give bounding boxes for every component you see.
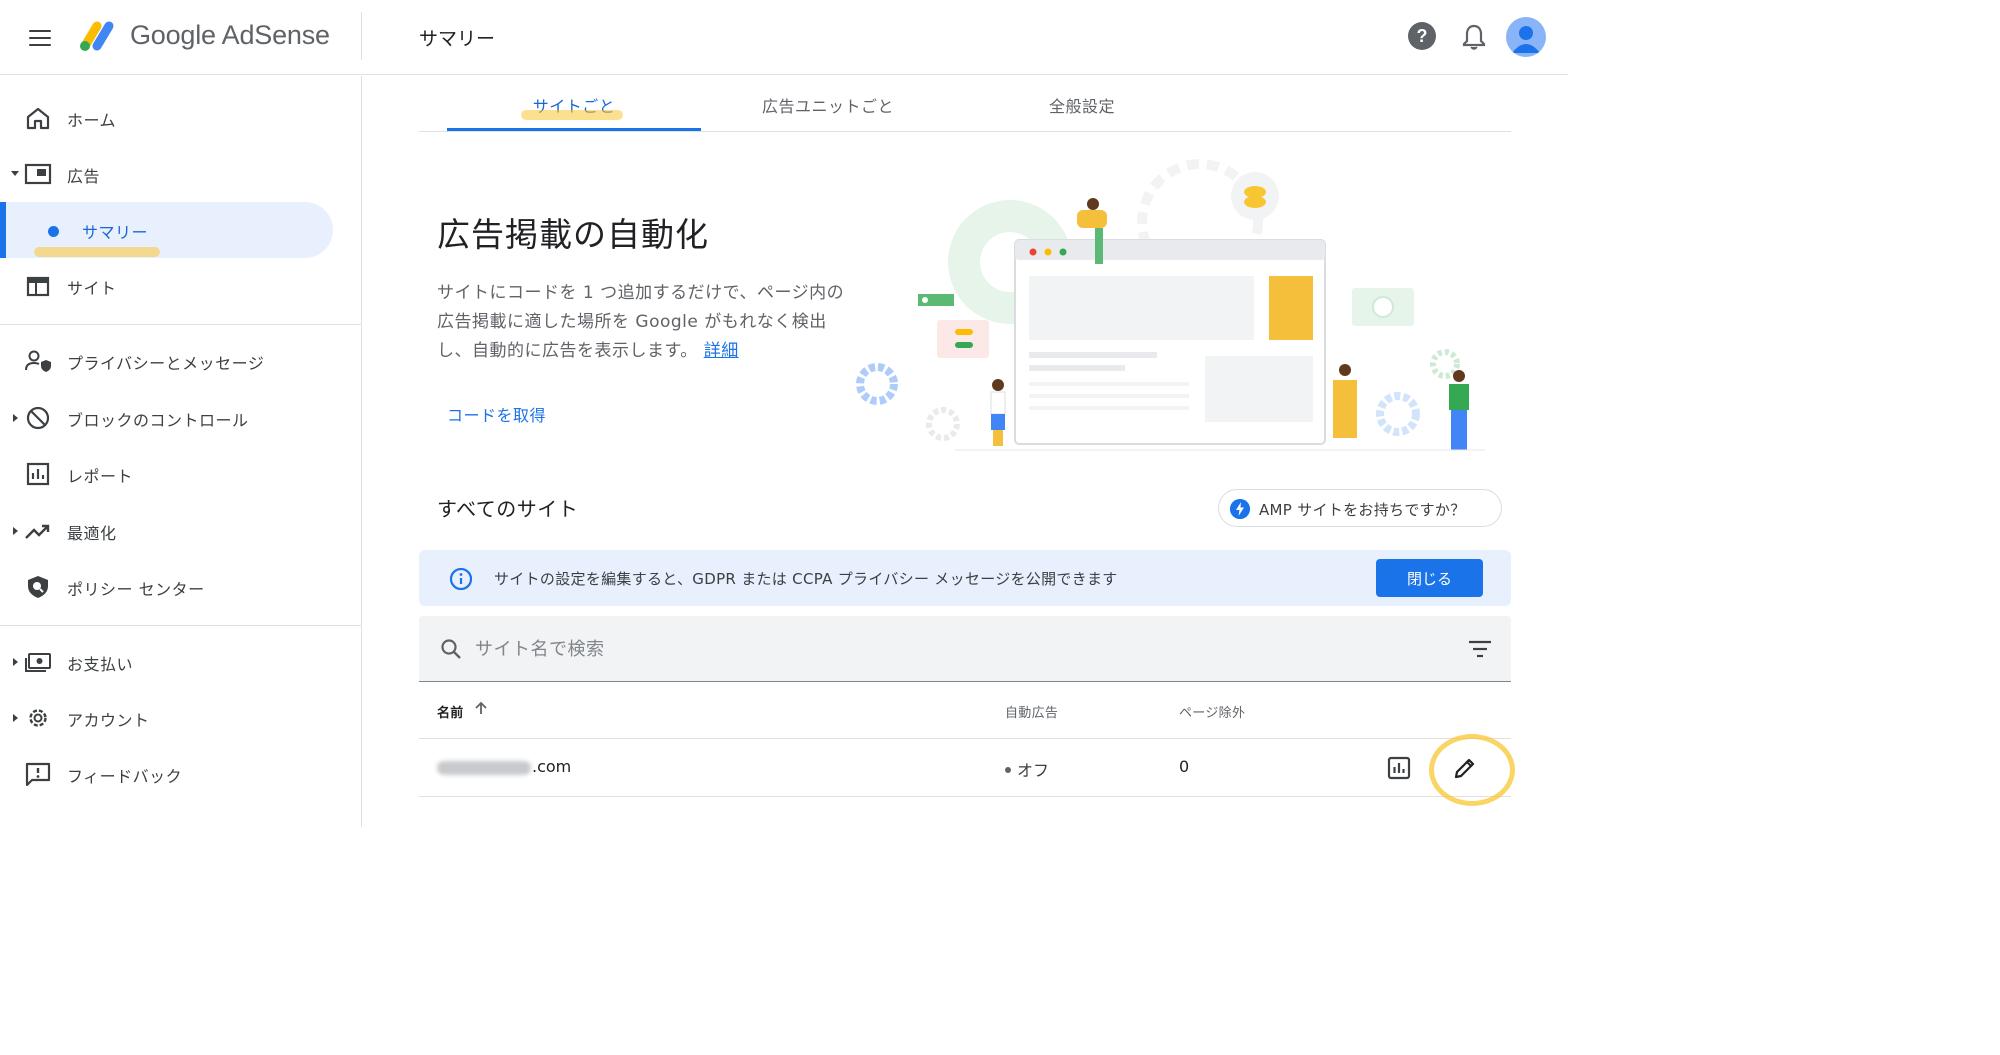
sidebar-item-label: サイト — [67, 279, 117, 298]
sidebar-item-label: プライバシーとメッセージ — [67, 354, 265, 373]
tab-active-indicator — [447, 128, 701, 131]
sidebar-item-reports[interactable]: レポート — [0, 448, 362, 500]
block-icon — [26, 406, 50, 430]
sidebar-item-label: レポート — [67, 467, 134, 486]
sidebar-item-privacy[interactable]: プライバシーとメッセージ — [0, 335, 362, 387]
caret-right-icon[interactable] — [13, 527, 18, 535]
hero-description: サイトにコードを 1 つ追加するだけで、ページ内の広告掲載に適した場所を Goo… — [437, 279, 847, 366]
dot-icon — [48, 226, 59, 237]
tab-by-ad-unit[interactable]: 広告ユニットごと — [701, 76, 955, 132]
gear-icon — [29, 709, 47, 727]
sidebar-item-optimization[interactable]: 最適化 — [0, 505, 362, 557]
site-icon — [26, 276, 50, 297]
arrow-up-icon[interactable] — [474, 700, 488, 716]
auto-ads-status-label: オフ — [1017, 761, 1050, 780]
policy-shield-icon — [28, 576, 48, 598]
auto-ads-status: オフ — [1005, 757, 1049, 781]
caret-right-icon[interactable] — [13, 714, 18, 722]
sidebar-item-feedback[interactable]: フィードバック — [0, 748, 362, 800]
status-dot-icon — [1005, 766, 1011, 773]
tab-bar: サイトごと 広告ユニットごと 全般設定 — [419, 76, 1511, 132]
sidebar-item-label: 広告 — [67, 167, 101, 186]
top-app-bar: Google AdSense サマリー ? — [0, 0, 1568, 75]
amp-chip-label: AMP サイトをお持ちですか？ — [1259, 501, 1466, 519]
sidebar-item-label: ポリシー センター — [67, 580, 205, 599]
hero-description-text: サイトにコードを 1 つ追加するだけで、ページ内の広告掲載に適した場所を Goo… — [437, 283, 845, 361]
site-search-bar — [419, 616, 1511, 682]
search-icon — [441, 639, 461, 659]
amp-sites-chip[interactable]: AMP サイトをお持ちですか？ — [1218, 489, 1502, 527]
caret-right-icon[interactable] — [13, 414, 18, 422]
notifications-icon[interactable] — [1460, 22, 1488, 52]
report-icon — [26, 462, 50, 486]
sidebar-item-sites[interactable]: サイト — [0, 260, 362, 312]
table-row: .com オフ 0 — [419, 740, 1511, 797]
gdpr-info-banner: サイトの設定を編集すると、GDPR または CCPA プライバシー メッセージを… — [419, 550, 1511, 606]
column-header-auto-ads: 自動広告 — [1005, 706, 1059, 721]
feedback-icon — [25, 762, 51, 786]
get-code-link[interactable]: コードを取得 — [447, 402, 546, 426]
sidebar-item-home[interactable]: ホーム — [0, 92, 362, 144]
banner-text: サイトの設定を編集すると、GDPR または CCPA プライバシー メッセージを… — [494, 570, 1118, 588]
highlight-mark — [521, 110, 623, 120]
close-banner-button[interactable]: 閉じる — [1376, 559, 1483, 597]
ads-icon — [24, 163, 52, 185]
header-divider — [361, 12, 362, 60]
adsense-logo — [80, 21, 114, 51]
tab-general-settings[interactable]: 全般設定 — [955, 76, 1209, 132]
sidebar-item-policy-center[interactable]: ポリシー センター — [0, 561, 362, 613]
column-header-name[interactable]: 名前 — [437, 702, 464, 721]
menu-icon[interactable] — [24, 24, 56, 52]
sidebar-item-label: ブロックのコントロール — [67, 411, 249, 430]
active-indicator — [0, 202, 6, 258]
sidebar-item-account[interactable]: アカウント — [0, 692, 362, 744]
person-shield-icon — [25, 350, 51, 372]
sidebar-divider — [0, 625, 362, 626]
site-domain: .com — [532, 757, 572, 776]
product-name: Google AdSense — [130, 20, 330, 50]
sidebar: ホーム 広告 サマリー サイト プライバシーとメッセージ ブロックのコントロール… — [0, 76, 362, 827]
report-icon[interactable] — [1387, 756, 1411, 780]
sidebar-item-ads[interactable]: 広告 — [0, 148, 362, 200]
learn-more-link[interactable]: 詳細 — [704, 341, 739, 361]
sidebar-item-label: ホーム — [67, 111, 117, 130]
sites-table-header: 名前 自動広告 ページ除外 — [419, 683, 1511, 739]
site-search-input[interactable] — [475, 634, 1375, 664]
info-icon — [449, 567, 473, 591]
help-icon[interactable]: ? — [1408, 22, 1436, 50]
page-exclusions-count: 0 — [1179, 757, 1190, 776]
sidebar-item-label: サマリー — [82, 223, 149, 242]
payments-icon — [25, 653, 51, 672]
sidebar-item-label: アカウント — [67, 711, 150, 730]
home-icon — [26, 107, 50, 130]
sidebar-item-label: 最適化 — [67, 524, 117, 543]
all-sites-title: すべてのサイト — [437, 497, 579, 521]
trending-up-icon — [25, 524, 50, 539]
filter-icon[interactable] — [1467, 638, 1493, 660]
page-title: サマリー — [419, 28, 496, 50]
hero-title: 広告掲載の自動化 — [437, 215, 709, 254]
column-header-page-exclusions: ページ除外 — [1179, 706, 1246, 721]
sidebar-item-payments[interactable]: お支払い — [0, 636, 362, 688]
sidebar-item-block-controls[interactable]: ブロックのコントロール — [0, 392, 362, 444]
account-avatar[interactable] — [1506, 17, 1546, 57]
sidebar-item-label: フィードバック — [67, 767, 183, 786]
lightning-icon — [1230, 499, 1250, 519]
caret-down-icon[interactable] — [11, 171, 19, 176]
tab-by-site[interactable]: サイトごと — [447, 76, 701, 132]
highlight-mark — [34, 247, 160, 257]
sidebar-divider — [0, 324, 362, 325]
redacted-site-name — [437, 761, 531, 775]
sidebar-item-label: お支払い — [67, 655, 134, 674]
highlight-circle — [1429, 734, 1515, 806]
auto-ads-illustration — [856, 159, 1485, 451]
caret-right-icon[interactable] — [13, 658, 18, 666]
